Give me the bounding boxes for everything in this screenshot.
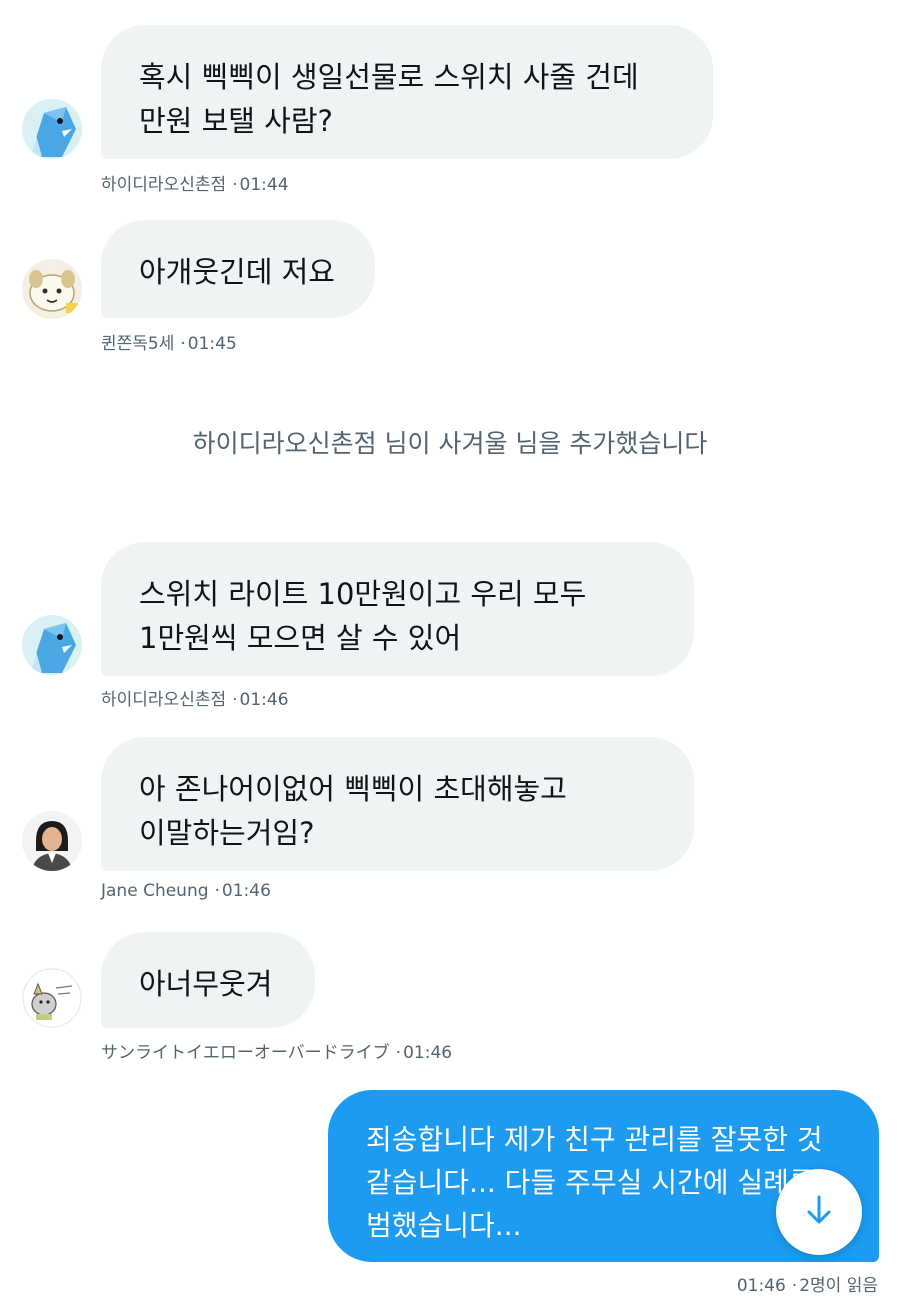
- message-bubble[interactable]: 아 존나어이없어 삑삑이 초대해놓고 이말하는거임?: [101, 737, 694, 871]
- message-meta: サンライトイエローオーバードライブ · 01:46: [101, 1038, 452, 1063]
- message-time: 01:45: [187, 334, 237, 354]
- message-meta: Jane Cheung · 01:46: [101, 881, 271, 901]
- sender-name[interactable]: サンライトイエローオーバードライブ: [101, 1043, 390, 1063]
- blue-bird-avatar-icon[interactable]: [22, 615, 82, 675]
- system-message: 하이디라오신촌점 님이 사겨울 님을 추가했습니다: [192, 429, 708, 458]
- sender-name[interactable]: Jane Cheung: [101, 881, 209, 901]
- message-time: 01:46: [221, 881, 271, 901]
- message-bubble[interactable]: 아너무웃겨: [101, 932, 315, 1028]
- message-meta: 하이디라오신촌점 · 01:46: [101, 685, 289, 710]
- message-meta: 퀸쫀독5세 · 01:45: [101, 329, 237, 354]
- arrow-down-icon: [804, 1194, 834, 1230]
- message-time: 01:46: [736, 1276, 786, 1296]
- blue-bird-avatar-icon[interactable]: [22, 99, 82, 159]
- scroll-to-bottom-button[interactable]: [776, 1169, 862, 1255]
- sketch-animal-avatar-icon[interactable]: [22, 968, 82, 1028]
- meta-separator: ·: [180, 334, 186, 354]
- my-message-meta: 01:46 · 2명이 읽음: [737, 1271, 878, 1296]
- sender-name[interactable]: 하이디라오신촌점: [101, 690, 226, 710]
- message-time: 01:46: [239, 690, 289, 710]
- meta-separator: ·: [791, 1276, 798, 1296]
- sender-name[interactable]: 퀸쫀독5세: [101, 334, 174, 354]
- sender-name[interactable]: 하이디라오신촌점: [101, 175, 226, 195]
- meta-separator: ·: [214, 881, 220, 901]
- message-time: 01:44: [239, 175, 289, 195]
- person-photo-avatar-icon[interactable]: [22, 811, 82, 871]
- meta-separator: ·: [232, 690, 238, 710]
- meta-separator: ·: [232, 175, 238, 195]
- read-status: 2명이 읽음: [799, 1276, 878, 1296]
- message-bubble[interactable]: 혹시 삑삑이 생일선물로 스위치 사줄 건데 만원 보탤 사람?: [101, 25, 713, 159]
- cartoon-dog-avatar-icon[interactable]: [22, 259, 82, 319]
- message-meta: 하이디라오신촌점 · 01:44: [101, 170, 289, 195]
- meta-separator: ·: [395, 1043, 402, 1063]
- message-bubble[interactable]: 스위치 라이트 10만원이고 우리 모두 1만원씩 모으면 살 수 있어: [101, 542, 694, 676]
- message-bubble[interactable]: 아개웃긴데 저요: [101, 220, 375, 318]
- message-time: 01:46: [403, 1043, 453, 1063]
